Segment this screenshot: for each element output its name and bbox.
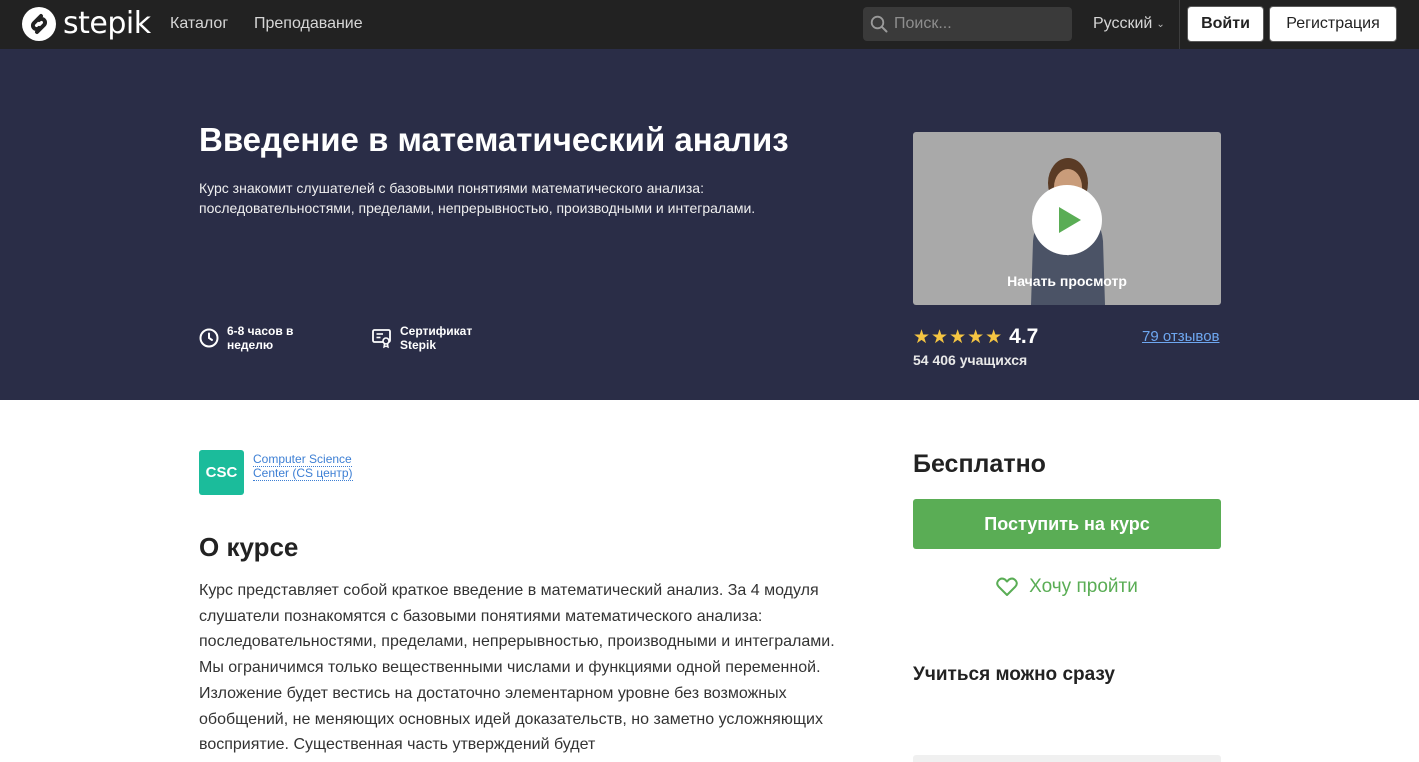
wishlist-label: Хочу пройти: [1029, 576, 1138, 597]
about-heading: О курсе: [199, 532, 299, 562]
workload-info: 6-8 часов в неделю: [198, 324, 307, 352]
course-title: Введение в математический анализ: [199, 121, 789, 158]
about-text: Курс представляет собой краткое введение…: [199, 582, 835, 754]
learn-now-heading: Учиться можно сразу: [913, 664, 1115, 685]
clock-icon: [199, 328, 219, 348]
login-button[interactable]: Войти: [1187, 6, 1264, 42]
rating-stars: ★★★★★: [913, 326, 1004, 348]
language-label: Русский: [1093, 15, 1153, 32]
nav-divider: [1179, 0, 1180, 49]
stepik-logo[interactable]: stepik: [22, 7, 151, 41]
play-button[interactable]: [1032, 185, 1102, 255]
rating-value: 4.7: [1009, 325, 1039, 348]
enroll-button[interactable]: Поступить на курс: [913, 499, 1221, 549]
sidebar-card-edge: [913, 755, 1221, 762]
course-rating: ★★★★★ 4.7: [913, 325, 1038, 349]
search-icon: [870, 15, 888, 33]
search-input[interactable]: [894, 7, 1066, 41]
play-icon: [1059, 207, 1081, 233]
logo-text: stepik: [63, 6, 151, 41]
certificate-icon: [372, 329, 391, 349]
chevron-down-icon: ⌄: [1156, 18, 1165, 30]
register-button[interactable]: Регистрация: [1269, 6, 1397, 42]
wishlist-button[interactable]: Хочу пройти: [913, 576, 1221, 598]
search-box[interactable]: [863, 7, 1072, 41]
organization-name: Computer Science Center (CS центр): [253, 452, 353, 481]
workload-text: 6-8 часов в неделю: [227, 324, 294, 352]
video-label: Начать просмотр: [1007, 273, 1127, 289]
organization-link[interactable]: Computer Science Center (CS центр): [253, 452, 363, 481]
stepik-logo-icon: [22, 7, 56, 41]
nav-teaching-link[interactable]: Преподавание: [254, 15, 363, 33]
course-price: Бесплатно: [913, 450, 1046, 478]
nav-catalog-link[interactable]: Каталог: [170, 15, 228, 33]
course-promo-video[interactable]: Начать просмотр: [913, 132, 1221, 305]
heart-icon: [996, 577, 1018, 596]
course-hero: Введение в математический анализ Курс зн…: [0, 49, 1419, 400]
certificate-info: Сертификат Stepik: [371, 324, 480, 352]
language-selector[interactable]: Русский ⌄: [1093, 15, 1165, 33]
reviews-link[interactable]: 79 отзывов: [1142, 328, 1220, 345]
course-summary: Курс знакомит слушателей с базовыми поня…: [199, 180, 756, 216]
certificate-text: Сертификат Stepik: [400, 324, 473, 352]
learners-count: 54 406 учащихся: [913, 352, 1028, 368]
top-navbar: stepik Каталог Преподавание Русский ⌄ Во…: [0, 0, 1419, 49]
organization-logo[interactable]: CSC: [199, 450, 244, 495]
